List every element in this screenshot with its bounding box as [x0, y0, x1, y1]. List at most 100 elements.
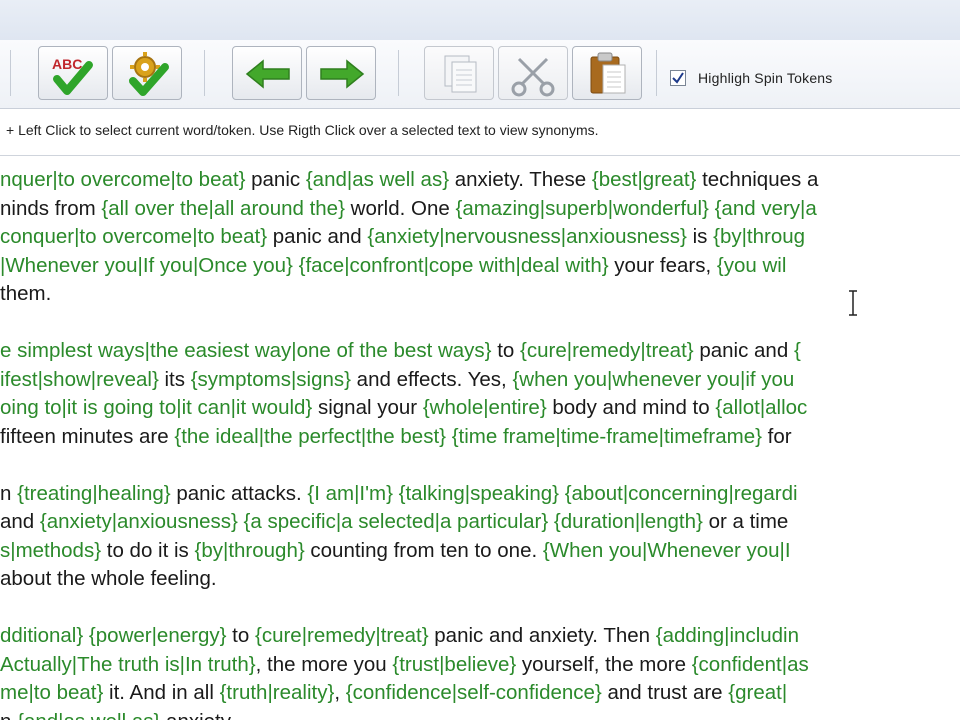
- plain-text: to: [226, 624, 255, 647]
- plain-text: is: [686, 225, 714, 248]
- copy-button[interactable]: [424, 46, 494, 100]
- plain-text: body and mind to: [546, 396, 716, 419]
- spin-token[interactable]: {by|through}: [195, 539, 305, 562]
- scissors-icon: [511, 57, 555, 97]
- plain-text: anxiety.: [160, 710, 235, 720]
- spin-token[interactable]: {trust|believe}: [392, 653, 516, 676]
- editor-line[interactable]: oing to|it is going to|it can|it would} …: [0, 396, 807, 420]
- spin-token[interactable]: {all over the|all around the}: [101, 197, 345, 220]
- editor-line[interactable]: nquer|to overcome|to beat} panic {and|as…: [0, 168, 818, 192]
- spin-token[interactable]: {you wil: [717, 254, 787, 277]
- plain-text: n: [0, 710, 17, 720]
- spin-token[interactable]: {When you|Whenever you|I: [543, 539, 791, 562]
- spin-token[interactable]: {time frame|time-frame|timeframe}: [452, 425, 762, 448]
- spin-token[interactable]: me|to beat}: [0, 681, 103, 704]
- editor-line[interactable]: n {and|as well as} anxiety.: [0, 710, 235, 720]
- spell-check-button[interactable]: ABC: [38, 46, 108, 100]
- spin-token[interactable]: {whole|entire}: [423, 396, 547, 419]
- spin-token[interactable]: {the ideal|the perfect|the best}: [174, 425, 446, 448]
- plain-text: about the whole feeling.: [0, 567, 217, 590]
- plain-text: anxiety. These: [449, 168, 592, 191]
- spin-token[interactable]: |Whenever you|If you|Once you}: [0, 254, 293, 277]
- toolbar-separator: [204, 50, 205, 96]
- spin-token[interactable]: {duration|length}: [554, 510, 703, 533]
- plain-text: and effects. Yes,: [350, 367, 513, 391]
- spin-settings-button[interactable]: [112, 46, 182, 100]
- spin-token[interactable]: {when you|whenever you|if you: [512, 368, 794, 391]
- hint-text: + Left Click to select current word/toke…: [6, 122, 599, 138]
- arrow-left-icon: [245, 59, 290, 89]
- editor-line[interactable]: ifest|show|reveal} its {symptoms|signs} …: [0, 368, 794, 392]
- spin-token[interactable]: oing to|it is going to|it can|it would}: [0, 396, 312, 419]
- spin-token[interactable]: nquer|to overcome|to beat}: [0, 168, 245, 191]
- spin-token[interactable]: {face|confront|cope with|deal with}: [299, 254, 609, 277]
- plain-text: to: [491, 339, 521, 362]
- spin-token[interactable]: {best|great}: [592, 168, 697, 191]
- editor-line[interactable]: conquer|to overcome|to beat} panic and {…: [0, 225, 805, 249]
- editor-line[interactable]: them.: [0, 282, 51, 306]
- plain-text: it. And in all: [103, 681, 220, 704]
- spin-token[interactable]: {and very|a: [715, 197, 817, 220]
- editor-line[interactable]: |Whenever you|If you|Once you} {face|con…: [0, 254, 786, 278]
- plain-text: signal your: [312, 396, 423, 419]
- plain-text: and: [0, 510, 40, 533]
- spin-token[interactable]: {I am|I'm}: [307, 482, 393, 505]
- spin-token[interactable]: {a specific|a selected|a particular}: [244, 510, 549, 533]
- editor-line[interactable]: n {treating|healing} panic attacks. {I a…: [0, 482, 798, 506]
- spin-token[interactable]: {great|: [728, 681, 787, 704]
- spin-token[interactable]: e simplest ways|the easiest way|one of t…: [0, 339, 492, 362]
- spin-token[interactable]: {symptoms|signs}: [191, 368, 351, 391]
- article-editor[interactable]: nquer|to overcome|to beat} panic {and|as…: [0, 156, 960, 720]
- spin-token[interactable]: {cure|remedy|treat}: [520, 339, 694, 362]
- spin-token[interactable]: {talking|speaking}: [399, 482, 559, 505]
- spin-token[interactable]: {by|throug: [713, 225, 805, 248]
- toolbar-separator: [10, 50, 11, 96]
- spin-token[interactable]: {adding|includin: [656, 624, 799, 647]
- plain-text: its: [158, 367, 191, 391]
- plain-text: your fears,: [608, 253, 717, 277]
- editor-line[interactable]: dditional} {power|energy} to {cure|remed…: [0, 624, 799, 648]
- spin-token[interactable]: {anxiety|nervousness|anxiousness}: [367, 225, 687, 248]
- spin-token[interactable]: s|methods}: [0, 539, 101, 562]
- spin-token[interactable]: {confident|as: [692, 653, 809, 676]
- cut-button[interactable]: [498, 46, 568, 100]
- plain-text: ninds from: [0, 196, 102, 220]
- plain-text: panic and: [267, 225, 368, 248]
- spin-token[interactable]: Actually|The truth is|In truth}: [0, 653, 256, 676]
- undo-button[interactable]: [232, 46, 302, 100]
- spin-token[interactable]: {anxiety|anxiousness}: [40, 510, 238, 533]
- redo-button[interactable]: [306, 46, 376, 100]
- spin-token[interactable]: {about|concerning|regardi: [565, 482, 798, 505]
- editor-line[interactable]: ninds from {all over the|all around the}…: [0, 197, 817, 221]
- spin-token[interactable]: {: [794, 339, 801, 362]
- spin-token[interactable]: {and|as well as}: [306, 168, 449, 191]
- spin-token[interactable]: {treating|healing}: [17, 482, 171, 505]
- arrow-right-icon: [320, 59, 365, 89]
- editor-line[interactable]: fifteen minutes are {the ideal|the perfe…: [0, 425, 792, 449]
- spin-token[interactable]: {power|energy}: [89, 624, 227, 647]
- highlight-spin-tokens-checkbox[interactable]: [670, 70, 686, 86]
- spin-token[interactable]: {cure|remedy|treat}: [255, 624, 429, 647]
- title-bar: [0, 0, 960, 41]
- editor-line[interactable]: and {anxiety|anxiousness} {a specific|a …: [0, 510, 788, 534]
- paste-button[interactable]: [572, 46, 642, 100]
- plain-text: fifteen minutes are: [0, 424, 175, 448]
- editor-line[interactable]: about the whole feeling.: [0, 567, 217, 591]
- spin-token[interactable]: {allot|alloc: [715, 396, 807, 419]
- plain-text: to do it is: [101, 538, 195, 562]
- spin-token[interactable]: {and|as well as}: [17, 710, 160, 720]
- plain-text: for: [761, 424, 792, 448]
- editor-line[interactable]: s|methods} to do it is {by|through} coun…: [0, 539, 791, 563]
- plain-text: ,: [334, 681, 346, 704]
- spin-token[interactable]: {confidence|self-confidence}: [346, 681, 602, 704]
- editor-line[interactable]: me|to beat} it. And in all {truth|realit…: [0, 681, 787, 705]
- editor-line[interactable]: e simplest ways|the easiest way|one of t…: [0, 339, 801, 363]
- plain-text: panic: [245, 168, 306, 191]
- spin-token[interactable]: ifest|show|reveal}: [0, 368, 159, 391]
- spin-token[interactable]: {truth|reality}: [220, 681, 335, 704]
- spin-token[interactable]: {amazing|superb|wonderful}: [455, 197, 708, 220]
- spin-token[interactable]: dditional}: [0, 624, 83, 647]
- text-cursor-icon: [849, 290, 857, 316]
- spin-token[interactable]: conquer|to overcome|to beat}: [0, 225, 267, 248]
- editor-line[interactable]: Actually|The truth is|In truth}, the mor…: [0, 653, 809, 677]
